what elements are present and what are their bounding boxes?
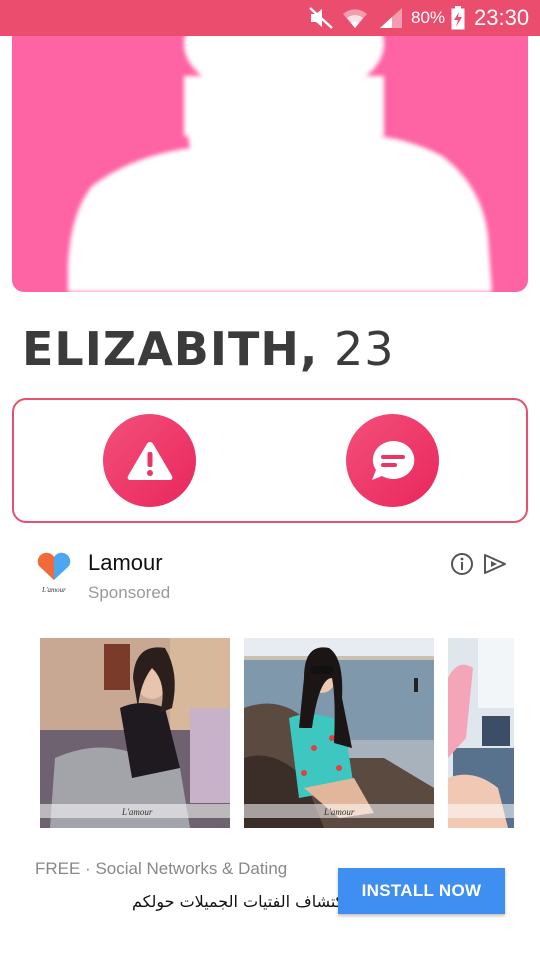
warning-icon	[127, 441, 172, 480]
status-time: 23:30	[474, 5, 530, 30]
ad-choices-icon[interactable]	[482, 553, 508, 575]
signal-icon	[380, 8, 402, 28]
wifi-icon	[343, 9, 367, 28]
avatar-placeholder-icon	[68, 36, 492, 292]
status-bar: 80% 23:30	[0, 0, 540, 36]
info-icon[interactable]	[450, 552, 474, 576]
ad-image-carousel[interactable]: L'amour L'amour	[40, 638, 514, 828]
ad-logo-text: L'amour	[41, 586, 66, 594]
profile-action-panel	[12, 398, 528, 523]
ad-image-2[interactable]: L'amour	[244, 638, 434, 828]
heart-logo-icon: L'amour	[37, 552, 71, 594]
profile-name: ELIZABITH,	[22, 322, 319, 376]
ad-image-1[interactable]: L'amour	[40, 638, 230, 828]
message-button[interactable]	[346, 414, 439, 507]
profile-photo[interactable]	[12, 36, 528, 292]
ad-image-1-watermark: L'amour	[121, 807, 153, 817]
ad-description: اكتشاف الفتيات الجميلات حولكم	[132, 892, 348, 911]
profile-name-age: ELIZABITH, 23	[22, 322, 395, 376]
ad-category: FREE · Social Networks & Dating	[35, 859, 288, 878]
profile-age: 23	[333, 322, 395, 376]
battery-charging-icon	[451, 6, 465, 30]
chat-icon	[371, 440, 414, 480]
mute-icon	[309, 7, 333, 29]
ad-image-2-watermark: L'amour	[323, 807, 355, 817]
ad-image-3[interactable]	[448, 638, 514, 828]
ad-sponsored-label: Sponsored	[88, 583, 171, 602]
ad-app-logo[interactable]: L'amour	[34, 550, 74, 596]
report-button[interactable]	[103, 414, 196, 507]
install-now-button[interactable]: INSTALL NOW	[338, 868, 505, 914]
battery-percent: 80%	[411, 8, 446, 27]
ad-app-name[interactable]: Lamour	[88, 550, 163, 576]
